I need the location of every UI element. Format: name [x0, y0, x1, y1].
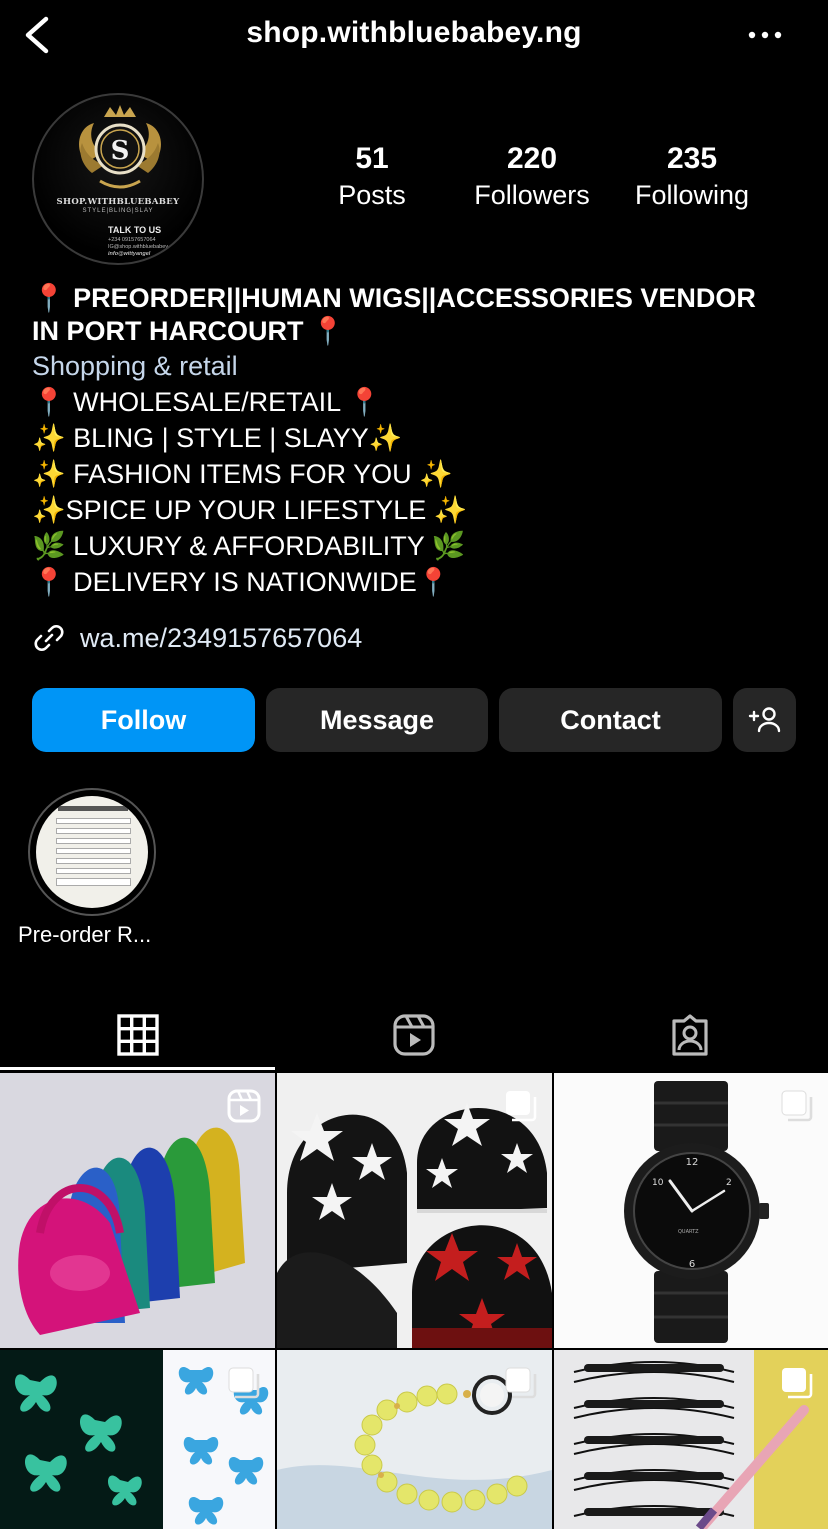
profile-avatar[interactable]: S SHOP.WITHBLUEBABEY STYLE|BLING|SLAY TA…: [32, 93, 204, 265]
svg-text:10: 10: [652, 1178, 664, 1188]
carousel-icon: [506, 1091, 537, 1122]
link-icon: [34, 625, 64, 651]
reel-icon: [227, 1089, 261, 1123]
profile-username: shop.withbluebabey.ng: [246, 16, 582, 49]
posts-count[interactable]: 51 Posts: [292, 140, 452, 212]
svg-text:12: 12: [686, 1157, 699, 1168]
active-tab-indicator: [0, 1067, 275, 1070]
stat-value: 51: [355, 142, 389, 175]
bio-line: ✨ BLING | STYLE | SLAYY✨: [32, 423, 403, 453]
add-person-icon: [748, 707, 780, 733]
ellipsis-icon[interactable]: [748, 22, 782, 44]
highlight-label: Pre-order R...: [18, 922, 152, 947]
profile-category[interactable]: Shopping & retail: [32, 348, 802, 384]
add-person-button[interactable]: [733, 688, 796, 752]
post-thumbnail[interactable]: [0, 1073, 275, 1348]
contact-button[interactable]: Contact: [499, 688, 722, 752]
profile-name: IN PORT HARCOURT 📍: [32, 316, 345, 346]
message-button[interactable]: Message: [266, 688, 488, 752]
profile-name: 📍 PREORDER||HUMAN WIGS||ACCESSORIES VEND…: [32, 283, 756, 313]
svg-text:QUARTZ: QUARTZ: [678, 1229, 699, 1235]
profile-link[interactable]: wa.me/2349157657064: [32, 618, 362, 658]
post-thumbnail[interactable]: 12 6 10 2 QUARTZ: [554, 1073, 828, 1348]
stat-label: Posts: [338, 180, 406, 210]
profile-link-text: wa.me/2349157657064: [80, 622, 363, 653]
svg-text:S: S: [111, 136, 130, 166]
svg-text:6: 6: [689, 1259, 695, 1270]
avatar-talk-text: TALK TO US: [108, 225, 162, 235]
post-thumbnail[interactable]: [554, 1350, 828, 1529]
profile-bio: 📍 PREORDER||HUMAN WIGS||ACCESSORIES VEND…: [32, 282, 802, 600]
avatar-brand-text: SHOP.WITHBLUEBABEY: [56, 197, 180, 207]
post-thumbnail[interactable]: [0, 1350, 275, 1529]
highlight-cover: [36, 796, 148, 908]
bio-line: ✨ FASHION ITEMS FOR YOU ✨: [32, 459, 453, 489]
tab-tagged[interactable]: [552, 1000, 828, 1070]
crest-logo-icon: S: [79, 105, 161, 189]
svg-text:2: 2: [726, 1178, 732, 1188]
bio-line: 🌿 LUXURY & AFFORDABILITY 🌿: [32, 531, 466, 561]
post-thumbnail[interactable]: [277, 1350, 552, 1529]
avatar-tagline: STYLE|BLING|SLAY: [82, 208, 154, 214]
bio-line: 📍 WHOLESALE/RETAIL 📍: [32, 387, 382, 417]
stat-label: Followers: [474, 180, 590, 210]
tab-reels[interactable]: [276, 1000, 552, 1070]
bio-line: 📍 DELIVERY IS NATIONWIDE📍: [32, 567, 451, 597]
following-count[interactable]: 235 Following: [612, 140, 772, 212]
stat-label: Following: [634, 180, 750, 210]
story-highlight[interactable]: [28, 788, 156, 916]
carousel-icon: [781, 1090, 813, 1122]
tab-grid[interactable]: [0, 1000, 276, 1070]
post-thumbnail[interactable]: [277, 1073, 552, 1348]
stat-value: 235: [666, 142, 718, 175]
carousel-icon: [505, 1367, 537, 1399]
carousel-icon: [228, 1367, 260, 1399]
grid-icon: [117, 1014, 159, 1056]
avatar-contact-line: +234 09157657064: [108, 237, 156, 243]
avatar-contact-line: IG@shop.withbluebabey: [108, 244, 169, 250]
tagged-icon: [672, 1014, 708, 1056]
carousel-icon: [782, 1368, 813, 1399]
avatar-contact-line: info@wittyangel: [108, 251, 151, 257]
top-bar: shop.withbluebabey.ng: [0, 0, 828, 70]
bio-line: ✨SPICE UP YOUR LIFESTYLE ✨: [32, 495, 468, 525]
followers-count[interactable]: 220 Followers: [452, 140, 612, 212]
reels-icon: [393, 1014, 435, 1056]
stat-value: 220: [506, 142, 558, 175]
follow-button[interactable]: Follow: [32, 688, 255, 752]
